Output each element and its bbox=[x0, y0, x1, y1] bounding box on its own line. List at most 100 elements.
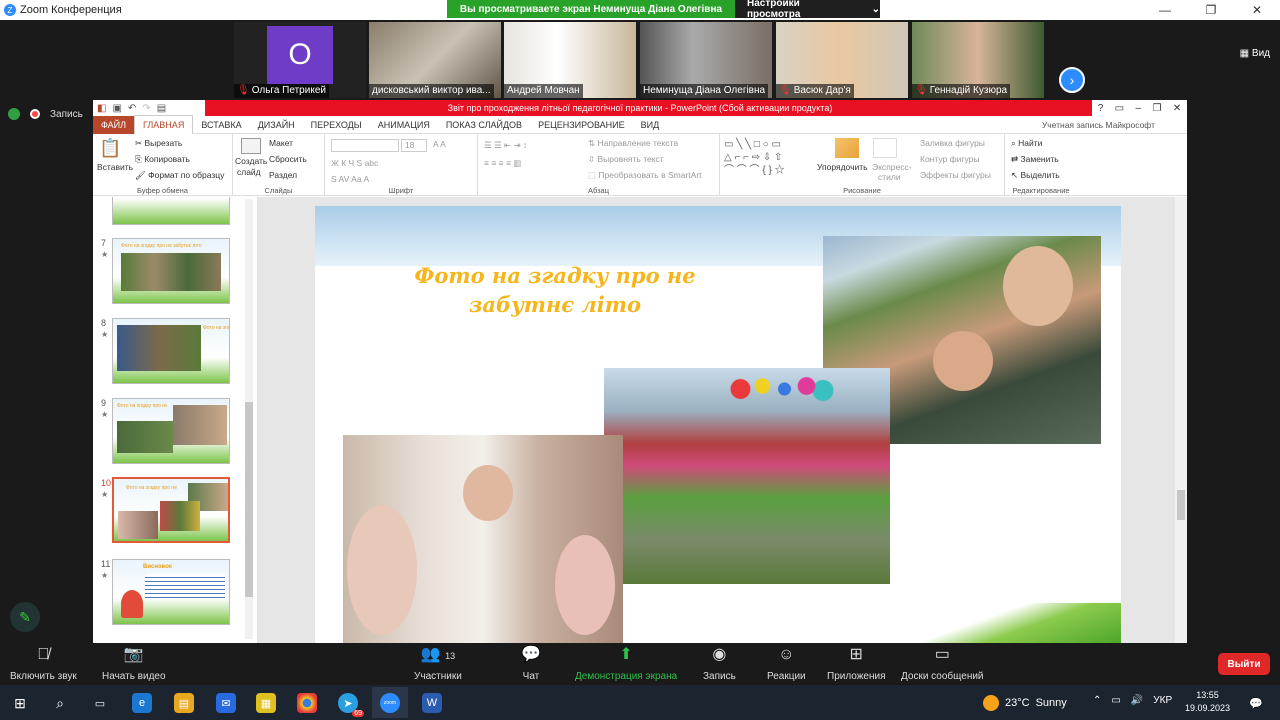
section-button[interactable]: Раздел bbox=[269, 170, 297, 180]
restore-icon[interactable]: ❐ bbox=[1153, 103, 1162, 114]
save-icon[interactable]: ▣ bbox=[112, 103, 121, 114]
text-direction-button[interactable]: ⇅ Направление текста bbox=[588, 138, 678, 149]
arrange-button[interactable]: Упорядочить bbox=[817, 162, 868, 172]
store-icon[interactable]: ▦ bbox=[256, 693, 276, 713]
volume-icon[interactable]: 🔊 bbox=[1131, 695, 1143, 706]
tab-design[interactable]: ДИЗАЙН bbox=[250, 116, 303, 134]
clock[interactable]: 13:55 19.09.2023 bbox=[1185, 689, 1230, 715]
paste-icon[interactable]: 📋 bbox=[99, 138, 121, 159]
redo-icon[interactable]: ↷ bbox=[142, 103, 150, 114]
chrome-icon[interactable] bbox=[297, 693, 317, 713]
tab-transitions[interactable]: ПЕРЕХОДЫ bbox=[303, 116, 370, 134]
language-indicator[interactable]: УКР bbox=[1153, 695, 1172, 706]
view-button[interactable]: ▦ Вид bbox=[1240, 48, 1270, 59]
minimize-icon[interactable]: — bbox=[1142, 0, 1188, 20]
tab-view[interactable]: ВИД bbox=[633, 116, 668, 134]
font-color-buttons[interactable]: S AV Aa A bbox=[331, 174, 369, 184]
mail-icon[interactable]: ✉ bbox=[216, 693, 236, 713]
notifications-icon[interactable]: 💬 bbox=[1246, 693, 1266, 713]
format-painter-button[interactable]: 🖌 Формат по образцу bbox=[135, 170, 224, 181]
zoom-taskbar-icon[interactable]: zoom bbox=[372, 687, 408, 718]
tab-review[interactable]: РЕЦЕНЗИРОВАНИЕ bbox=[530, 116, 633, 134]
ribbon-display-icon[interactable]: ▭ bbox=[1115, 103, 1124, 114]
telegram-icon[interactable]: ➤ 69 bbox=[338, 693, 364, 717]
edge-icon[interactable]: e bbox=[132, 693, 152, 713]
word-icon[interactable]: W bbox=[422, 693, 442, 713]
shape-outline-button[interactable]: Контур фигуры bbox=[920, 154, 979, 164]
copy-button[interactable]: ⎘ Копировать bbox=[135, 154, 190, 165]
shapes-gallery[interactable]: ▭ ╲ ╲ □ ○ ▭ △ ⌐ ⌐ ⇨ ⇩ ⇧ ⌒ ⌒ ⌒ { } ☆ bbox=[724, 138, 785, 177]
chevron-up-icon[interactable]: ⌃ bbox=[1093, 695, 1101, 706]
align-buttons[interactable]: ≡ ≡ ≡ ≡ ▥ bbox=[484, 158, 521, 169]
participant-tile[interactable]: O 🎙 Ольга Петрикей bbox=[234, 22, 366, 98]
find-button[interactable]: ⌕ Найти bbox=[1011, 138, 1042, 149]
participant-tile[interactable]: Неминуща Діана Олегівна bbox=[640, 22, 772, 98]
new-slide-icon[interactable] bbox=[241, 138, 261, 154]
minimize-icon[interactable]: – bbox=[1136, 103, 1142, 114]
replace-button[interactable]: ⇄ Заменить bbox=[1011, 154, 1059, 165]
task-view-icon[interactable]: ▭ bbox=[90, 693, 110, 713]
shape-effects-button[interactable]: Эффекты фигуры bbox=[920, 170, 991, 180]
start-video-button[interactable]: 📷 Начать видео bbox=[102, 645, 166, 682]
font-family-input[interactable] bbox=[331, 139, 399, 152]
account-menu[interactable]: Учетная запись Майкрософт bbox=[1034, 116, 1163, 134]
shape-fill-button[interactable]: Заливка фигуры bbox=[920, 138, 985, 148]
select-button[interactable]: ↖ Выделить bbox=[1011, 170, 1060, 181]
quick-styles-button-line2[interactable]: стили bbox=[878, 172, 901, 182]
search-icon[interactable]: ⌕ bbox=[50, 693, 70, 713]
quick-styles-button[interactable]: Экспресс- bbox=[872, 162, 912, 172]
tab-home[interactable]: ГЛАВНАЯ bbox=[134, 114, 194, 135]
paste-button[interactable]: Вставить bbox=[97, 162, 133, 172]
smartart-button[interactable]: ⬚ Преобразовать в SmartArt bbox=[588, 170, 702, 181]
apps-button[interactable]: ⊞ Приложения bbox=[827, 645, 886, 682]
chat-button[interactable]: 💬 Чат bbox=[521, 645, 541, 682]
network-icon[interactable]: ▭ bbox=[1111, 695, 1120, 706]
cut-button[interactable]: ✂ Вырезать bbox=[135, 138, 182, 149]
current-slide[interactable]: Фото на згадку про не забутнє літо bbox=[315, 206, 1121, 643]
slide-thumbnail[interactable]: Фото на згадку bbox=[112, 318, 230, 384]
close-icon[interactable]: ✕ bbox=[1173, 103, 1181, 114]
unmute-button[interactable]: 🎙̸ Включить звук bbox=[10, 645, 77, 682]
participant-tile[interactable]: Андрей Мовчан bbox=[504, 22, 636, 98]
share-screen-button[interactable]: ⬆ Демонстрация экрана bbox=[575, 645, 677, 682]
font-format-buttons[interactable]: Ж К Ч S abc bbox=[331, 158, 378, 168]
undo-icon[interactable]: ↶ bbox=[128, 103, 136, 114]
editor-scroll-thumb[interactable] bbox=[1177, 490, 1185, 520]
slide-thumbnail[interactable]: Фото на згадку про не забутнє літо bbox=[112, 398, 230, 464]
slide-thumbnail[interactable]: Висновок bbox=[112, 559, 230, 625]
participant-tile[interactable]: дисковський виктор ива... bbox=[369, 22, 501, 98]
leave-button[interactable]: Выйти bbox=[1218, 653, 1270, 675]
font-grow-icon[interactable]: A A bbox=[433, 139, 446, 149]
weather-widget[interactable]: 23°C Sunny bbox=[983, 695, 1067, 711]
help-icon[interactable]: ? bbox=[1098, 103, 1104, 114]
slide-title[interactable]: Фото на згадку про не забутнє літо bbox=[395, 261, 715, 319]
view-settings-button[interactable]: Настройки просмотра ⌄ bbox=[735, 0, 880, 20]
font-size-input[interactable]: 18 bbox=[401, 139, 427, 152]
tab-slideshow[interactable]: ПОКАЗ СЛАЙДОВ bbox=[438, 116, 530, 134]
next-page-button[interactable]: › bbox=[1059, 67, 1085, 93]
tab-insert[interactable]: ВСТАВКА bbox=[193, 116, 249, 134]
layout-button[interactable]: Макет bbox=[269, 138, 293, 148]
reactions-button[interactable]: ☺ Реакции bbox=[767, 645, 806, 682]
thumbnail-scroll-thumb[interactable] bbox=[245, 402, 253, 597]
participants-button[interactable]: 👥 13 Участники bbox=[414, 645, 462, 682]
photo-girls-with-crafts[interactable] bbox=[343, 435, 623, 643]
whiteboards-button[interactable]: ▭ Доски сообщений bbox=[901, 645, 984, 682]
tab-animation[interactable]: АНИМАЦИЯ bbox=[370, 116, 438, 134]
group-photo-balloons[interactable] bbox=[604, 368, 890, 584]
slideshow-icon[interactable]: ▤ bbox=[157, 103, 166, 114]
record-button[interactable]: ◉ Запись bbox=[703, 645, 736, 682]
slide-thumbnail[interactable] bbox=[112, 197, 230, 225]
tab-file[interactable]: ФАЙЛ bbox=[93, 115, 135, 134]
windows-start-icon[interactable]: ⊞ bbox=[10, 693, 30, 713]
list-buttons[interactable]: ☰ ☰ ⇤ ⇥ ↕ bbox=[484, 140, 527, 151]
new-slide-button[interactable]: Создать bbox=[235, 156, 267, 166]
reset-button[interactable]: Сбросить bbox=[269, 154, 307, 164]
slide-thumbnail[interactable]: Фото на згадку про не забутнє літо bbox=[112, 238, 230, 304]
maximize-icon[interactable]: ❐ bbox=[1188, 0, 1234, 20]
participant-tile[interactable]: 🎙 Геннадій Кузюра bbox=[912, 22, 1044, 98]
annotate-pencil-button[interactable]: ✎ bbox=[10, 602, 40, 632]
close-icon[interactable]: ✕ bbox=[1234, 0, 1280, 20]
new-slide-button-line2[interactable]: слайд bbox=[237, 167, 261, 177]
slide-thumbnail-selected[interactable]: Фото на згадку про не забутнє літо bbox=[112, 477, 230, 543]
